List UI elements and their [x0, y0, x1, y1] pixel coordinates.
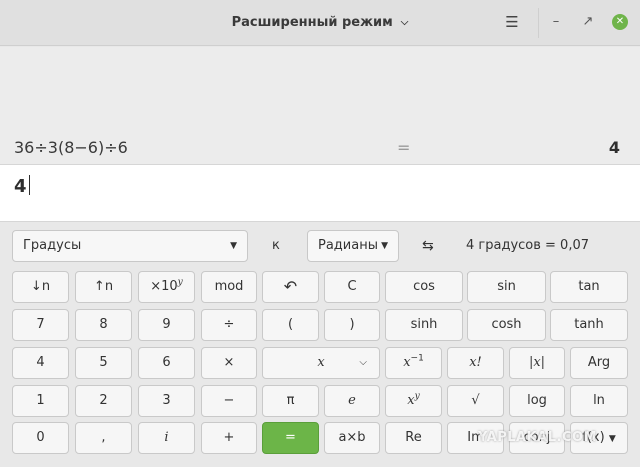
minus-button[interactable]: −	[201, 385, 257, 417]
digit-0-button[interactable]: 0	[12, 422, 69, 454]
mode-selector[interactable]: Расширенный режим ⌵	[0, 15, 640, 30]
window-title: Расширенный режим	[231, 15, 393, 30]
digit-1-button[interactable]: 1	[12, 385, 69, 417]
from-unit-select[interactable]: Градусы ▼	[12, 230, 248, 262]
divide-button[interactable]: ÷	[201, 309, 257, 341]
sin-button[interactable]: sin	[467, 271, 546, 303]
imaginary-i-label: i	[164, 430, 169, 445]
digit-6-button[interactable]: 6	[138, 347, 195, 379]
shift-down-button[interactable]: ↓n	[12, 271, 69, 303]
plus-button[interactable]: +	[201, 422, 257, 454]
history-equals: =	[397, 138, 411, 157]
dropdown-arrow-icon: ▼	[381, 241, 388, 251]
cosh-button[interactable]: cosh	[467, 309, 546, 341]
shift-up-button[interactable]: ↑n	[75, 271, 132, 303]
abs-button[interactable]: |x|	[509, 347, 565, 379]
digit-2-button[interactable]: 2	[75, 385, 132, 417]
factorize-button[interactable]: a×b	[324, 422, 380, 454]
digit-8-button[interactable]: 8	[75, 309, 132, 341]
history-result[interactable]: 4	[609, 138, 620, 157]
ln-button[interactable]: ln	[570, 385, 628, 417]
digit-3-button[interactable]: 3	[138, 385, 195, 417]
inverse-label: x	[403, 355, 411, 370]
arg-button[interactable]: Arg	[570, 347, 628, 379]
cos-button[interactable]: cos	[385, 271, 463, 303]
titlebar: Расширенный режим ⌵ ☰ – ↗ ✕	[0, 0, 640, 46]
to-label: к	[272, 238, 280, 253]
digit-9-button[interactable]: 9	[138, 309, 195, 341]
power-sup: y	[414, 391, 420, 402]
chevron-down-icon: ⌵	[359, 357, 367, 368]
inverse-button[interactable]: x−1	[385, 347, 442, 379]
titlebar-separator	[538, 8, 539, 38]
euler-e-label: e	[348, 393, 356, 408]
sqrt-button[interactable]: √	[447, 385, 504, 417]
digit-4-button[interactable]: 4	[12, 347, 69, 379]
history-expression[interactable]: 36÷3(8−6)÷6	[14, 138, 128, 157]
decimal-comma-button[interactable]: ,	[75, 422, 132, 454]
conversion-result: 4 градусов = 0,07 радиан	[466, 238, 589, 285]
exponent-button[interactable]: ×10y	[138, 271, 195, 303]
variable-x-label: x	[317, 355, 325, 370]
exponent-label: ×10	[150, 279, 178, 294]
equals-button[interactable]: =	[262, 422, 319, 454]
swap-units-icon[interactable]: ⇆	[422, 230, 434, 262]
chevron-down-icon: ⌵	[400, 17, 409, 28]
to-unit-label: Радианы	[318, 238, 378, 253]
hamburger-menu-icon[interactable]: ☰	[500, 10, 524, 34]
dropdown-arrow-icon: ▼	[230, 241, 237, 251]
euler-e-button[interactable]: e	[324, 385, 380, 417]
digit-5-button[interactable]: 5	[75, 347, 132, 379]
sinh-button[interactable]: sinh	[385, 309, 463, 341]
imaginary-i-button[interactable]: i	[138, 422, 195, 454]
log-button[interactable]: log	[509, 385, 565, 417]
text-caret	[28, 175, 30, 195]
multiply-button[interactable]: ×	[201, 347, 257, 379]
undo-button[interactable]: ↶	[262, 271, 319, 303]
close-icon[interactable]: ✕	[612, 14, 628, 30]
dropdown-arrow-icon: ▼	[608, 434, 616, 444]
pi-button[interactable]: π	[262, 385, 319, 417]
exponent-sup: y	[177, 277, 183, 288]
real-part-button[interactable]: Re	[385, 422, 442, 454]
to-unit-select[interactable]: Радианы ▼	[307, 230, 399, 262]
maximize-icon[interactable]: ↗	[578, 12, 598, 32]
digit-7-button[interactable]: 7	[12, 309, 69, 341]
from-unit-label: Градусы	[23, 238, 82, 253]
inverse-sup: −1	[410, 353, 424, 364]
expression-input[interactable]: 4	[0, 164, 640, 222]
clear-button[interactable]: C	[324, 271, 380, 303]
watermark: YAPLAKAL.COM	[478, 430, 597, 445]
tanh-button[interactable]: tanh	[550, 309, 628, 341]
variable-x-dropdown[interactable]: x ⌵	[262, 347, 380, 379]
input-value: 4	[14, 176, 27, 197]
factorial-label: x!	[469, 355, 482, 370]
tan-button[interactable]: tan	[550, 271, 628, 303]
power-label: x	[407, 393, 415, 408]
open-paren-button[interactable]: (	[262, 309, 319, 341]
mod-button[interactable]: mod	[201, 271, 257, 303]
minimize-icon[interactable]: –	[546, 12, 566, 32]
abs-label: |x|	[528, 355, 546, 370]
close-paren-button[interactable]: )	[324, 309, 380, 341]
power-button[interactable]: xy	[385, 385, 442, 417]
factorial-button[interactable]: x!	[447, 347, 504, 379]
